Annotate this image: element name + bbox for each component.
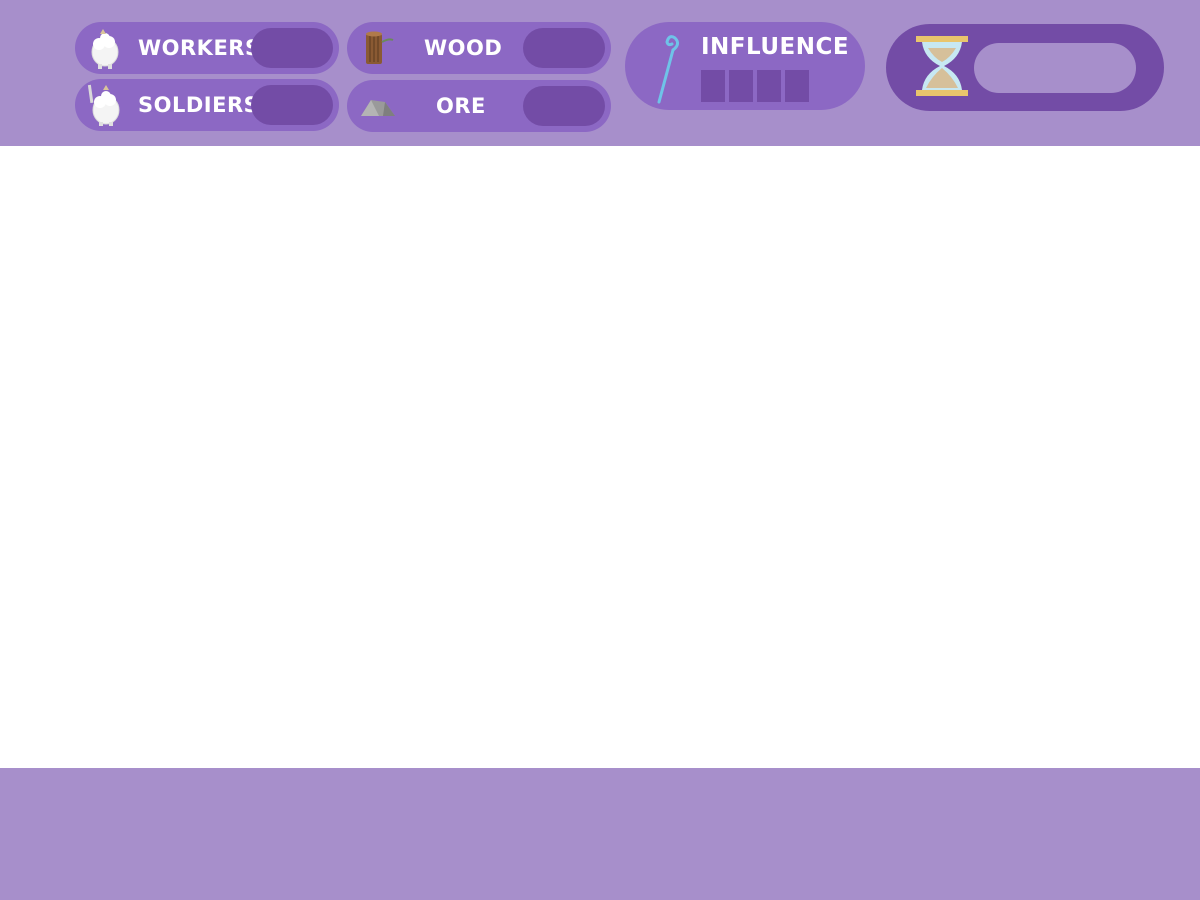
wood-label: WOOD (424, 36, 503, 60)
influence-panel: INFLUENCE (625, 22, 865, 110)
ore-label: ORE (436, 94, 486, 118)
turn-timer (886, 24, 1164, 111)
influence-slot (701, 70, 725, 102)
wood-value (523, 28, 605, 68)
staff-icon (657, 35, 680, 104)
influence-slot (729, 70, 753, 102)
workers-panel: WORKERS (75, 22, 339, 74)
influence-label: INFLUENCE (701, 34, 850, 60)
soldiers-value (251, 85, 333, 125)
sheep-soldier-icon (87, 84, 120, 126)
bottom-bar (0, 768, 1200, 900)
ore-value (523, 86, 605, 126)
workers-value (251, 28, 333, 68)
ore-panel: ORE (347, 80, 611, 132)
log-icon (366, 31, 394, 64)
influence-slot (785, 70, 809, 102)
soldiers-label: SOLDIERS (138, 93, 260, 117)
game-board[interactable] (0, 146, 1200, 768)
influence-slots (701, 70, 809, 102)
timer-track (974, 43, 1136, 93)
workers-label: WORKERS (138, 36, 261, 60)
soldiers-panel: SOLDIERS (75, 79, 339, 131)
sheep-worker-icon (91, 29, 119, 69)
influence-slot (757, 70, 781, 102)
hourglass-icon (916, 36, 968, 96)
wood-panel: WOOD (347, 22, 611, 74)
rock-icon (361, 100, 395, 116)
resource-bar: WORKERS SOLDIERS WOOD ORE INFLUENCE (0, 0, 1200, 146)
